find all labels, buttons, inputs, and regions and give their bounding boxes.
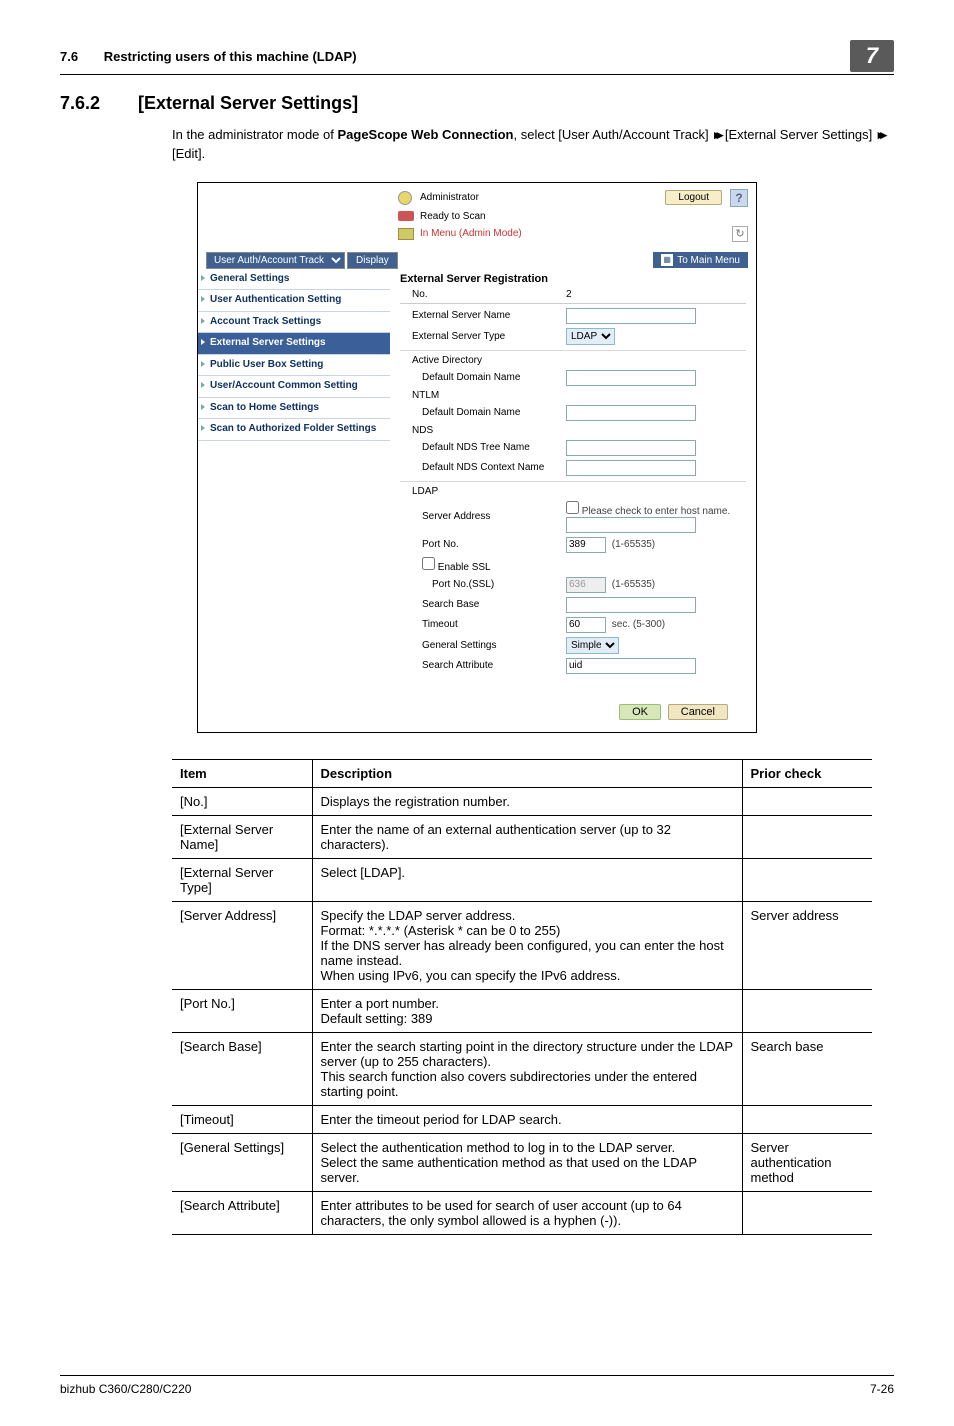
menu-mode-link[interactable]: In Menu (Admin Mode): [420, 228, 522, 239]
status-icon: [398, 211, 414, 221]
enable-ssl-checkbox-label[interactable]: Enable SSL: [422, 562, 491, 573]
field-no-label: No.: [400, 289, 560, 300]
field-ssl-port-label: Port No.(SSL): [400, 579, 560, 590]
group-active-directory: Active Directory: [400, 355, 560, 366]
table-row: [General Settings]Select the authenticat…: [172, 1133, 872, 1191]
ssl-port-hint: (1-65535): [612, 579, 655, 590]
group-ntlm: NTLM: [400, 390, 560, 401]
port-hint: (1-65535): [612, 539, 655, 550]
col-description: Description: [312, 759, 742, 787]
status-text: Ready to Scan: [420, 211, 486, 222]
external-server-name-input[interactable]: [566, 308, 696, 324]
table-row: [Port No.]Enter a port number. Default s…: [172, 989, 872, 1032]
field-nds-context-label: Default NDS Context Name: [400, 462, 560, 473]
ssl-port-input: [566, 577, 606, 593]
chapter-badge: 7: [850, 40, 894, 72]
field-server-address-label: Server Address: [400, 511, 560, 522]
field-ntlm-domain-label: Default Domain Name: [400, 407, 560, 418]
ok-button[interactable]: OK: [619, 704, 661, 720]
external-server-type-select[interactable]: LDAP: [566, 328, 615, 345]
footer-model: bizhub C360/C280/C220: [60, 1382, 870, 1396]
ad-domain-input[interactable]: [566, 370, 696, 386]
web-connection-screenshot: Administrator Logout ? Ready to Scan In …: [197, 182, 757, 733]
field-general-settings-label: General Settings: [400, 640, 560, 651]
server-address-input[interactable]: [566, 517, 696, 533]
arrow-icon: ▸▸: [714, 126, 719, 145]
search-attribute-input[interactable]: [566, 658, 696, 674]
subsection-title: [External Server Settings]: [138, 93, 358, 114]
timeout-input[interactable]: [566, 617, 606, 633]
cancel-button[interactable]: Cancel: [668, 704, 728, 720]
page-footer: bizhub C360/C280/C220 7-26: [60, 1375, 894, 1396]
port-input[interactable]: [566, 537, 606, 553]
search-base-input[interactable]: [566, 597, 696, 613]
table-row: [Search Attribute]Enter attributes to be…: [172, 1191, 872, 1234]
col-item: Item: [172, 759, 312, 787]
enable-ssl-checkbox[interactable]: [422, 557, 435, 570]
sidebar-item-user-auth[interactable]: User Authentication Setting: [198, 290, 390, 312]
field-nds-tree-label: Default NDS Tree Name: [400, 442, 560, 453]
table-row: [External Server Type]Select [LDAP].: [172, 858, 872, 901]
timeout-hint: sec. (5-300): [612, 619, 665, 630]
field-search-base-label: Search Base: [400, 599, 560, 610]
table-row: [Server Address]Specify the LDAP server …: [172, 901, 872, 989]
sidebar: General Settings User Authentication Set…: [198, 269, 390, 690]
table-row: [Timeout]Enter the timeout period for LD…: [172, 1105, 872, 1133]
category-dropdown[interactable]: User Auth/Account Track: [206, 252, 345, 269]
table-row: [External Server Name]Enter the name of …: [172, 815, 872, 858]
table-row: [Search Base]Enter the search starting p…: [172, 1032, 872, 1105]
main-panel: External Server Registration No. 2 Exter…: [390, 269, 756, 690]
logout-button[interactable]: Logout: [665, 190, 722, 205]
help-icon[interactable]: ?: [730, 189, 748, 207]
group-nds: NDS: [400, 425, 560, 436]
refresh-icon[interactable]: ↻: [732, 226, 748, 242]
menu-square-icon: ▦: [661, 254, 673, 266]
field-ext-name-label: External Server Name: [400, 310, 560, 321]
arrow-icon: ▸▸: [878, 126, 883, 145]
ntlm-domain-input[interactable]: [566, 405, 696, 421]
page-header: 7.6 Restricting users of this machine (L…: [60, 40, 894, 75]
sidebar-item-public-user-box[interactable]: Public User Box Setting: [198, 355, 390, 377]
general-settings-select[interactable]: Simple: [566, 637, 619, 654]
admin-label: Administrator: [420, 192, 479, 203]
sidebar-item-scan-auth-folder[interactable]: Scan to Authorized Folder Settings: [198, 419, 390, 441]
section-number: 7.6: [60, 49, 78, 64]
sidebar-item-common[interactable]: User/Account Common Setting: [198, 376, 390, 398]
display-button[interactable]: Display: [347, 252, 398, 269]
panel-title: External Server Registration: [400, 273, 746, 285]
section-title: Restricting users of this machine (LDAP): [104, 49, 357, 64]
sidebar-item-scan-home[interactable]: Scan to Home Settings: [198, 398, 390, 420]
menu-icon: [398, 228, 414, 240]
field-ext-type-label: External Server Type: [400, 331, 560, 342]
to-main-menu-button[interactable]: ▦ To Main Menu: [653, 252, 748, 268]
field-port-label: Port No.: [400, 539, 560, 550]
table-row: [No.]Displays the registration number.: [172, 787, 872, 815]
field-timeout-label: Timeout: [400, 619, 560, 630]
footer-page: 7-26: [870, 1382, 894, 1396]
description-table: Item Description Prior check [No.]Displa…: [172, 759, 872, 1235]
field-search-attr-label: Search Attribute: [400, 660, 560, 671]
group-ldap: LDAP: [400, 486, 560, 497]
sidebar-item-general[interactable]: General Settings: [198, 269, 390, 291]
host-name-checkbox[interactable]: [566, 501, 579, 514]
col-prior-check: Prior check: [742, 759, 872, 787]
admin-icon: [398, 191, 412, 205]
nds-tree-input[interactable]: [566, 440, 696, 456]
field-no-value: 2: [566, 289, 572, 300]
intro-text: In the administrator mode of PageScope W…: [172, 126, 894, 164]
nds-context-input[interactable]: [566, 460, 696, 476]
sidebar-item-external-server[interactable]: External Server Settings: [198, 333, 390, 355]
sidebar-item-account-track[interactable]: Account Track Settings: [198, 312, 390, 334]
field-ad-domain-label: Default Domain Name: [400, 372, 560, 383]
subsection-number: 7.6.2: [60, 93, 110, 114]
